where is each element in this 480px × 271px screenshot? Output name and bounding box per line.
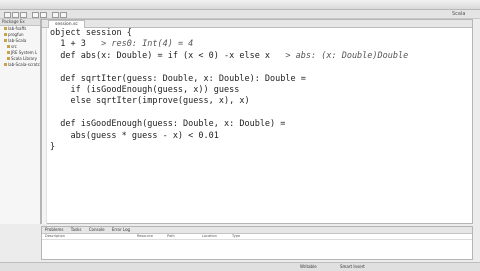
column-header[interactable]: Type [232, 234, 240, 239]
package-explorer-header[interactable]: Package Ex [0, 19, 40, 26]
editor-pane: session.sc object session { 1 + 3 > res0… [41, 19, 473, 224]
code-line[interactable]: def isGoodEnough(guess: Double, x: Doubl… [50, 119, 408, 130]
print-icon[interactable] [20, 12, 27, 18]
column-header[interactable]: Description [45, 234, 65, 239]
code-text: object session { [50, 28, 132, 38]
folder-icon [4, 63, 7, 66]
folder-icon [4, 33, 7, 36]
problems-columns: Description Resource Path Location Type [42, 234, 472, 240]
code-text: } [50, 142, 56, 153]
code-line[interactable]: else sqrtIter(improve(guess, x), x) [50, 96, 408, 107]
code-text: if (isGoodEnough(guess, x)) guess [50, 85, 240, 96]
code-text: def abs(x: Double) = if (x < 0) -x else … [50, 50, 271, 61]
tab-problems[interactable]: Problems [45, 227, 63, 232]
library-icon [7, 57, 10, 60]
code-line[interactable] [50, 62, 408, 73]
column-header[interactable]: Resource [137, 234, 153, 239]
package-explorer: Package Ex lab-fsaffs progfun lab-Scala … [0, 19, 41, 224]
worksheet-result: > abs: (x: Double)Double [270, 50, 409, 61]
code-text: else sqrtIter(improve(guess, x), x) [50, 96, 250, 107]
editor-gutter [42, 28, 47, 224]
bottom-tabs: Problems Tasks Console Error Log [42, 227, 472, 234]
package-icon [7, 45, 10, 48]
tab-session[interactable]: session.sc [48, 20, 85, 28]
code-line[interactable]: object session { [50, 28, 408, 39]
tree-item[interactable]: lab-Scala-scratc [0, 62, 40, 68]
tab-console[interactable]: Console [89, 227, 105, 232]
back-icon[interactable] [60, 12, 67, 18]
save-icon[interactable] [12, 12, 19, 18]
debug-icon[interactable] [40, 12, 47, 18]
code-line[interactable]: } [50, 142, 408, 153]
code-line[interactable] [50, 108, 408, 119]
code-line[interactable]: def sqrtIter(guess: Double, x: Double): … [50, 74, 408, 85]
folder-icon [4, 39, 7, 42]
tab-error-log[interactable]: Error Log [112, 227, 130, 232]
code-text: 1 + 3 [50, 39, 86, 50]
search-icon[interactable] [52, 12, 59, 18]
code-line[interactable]: 1 + 3 > res0: Int(4) = 4 [50, 39, 408, 50]
editor-tabs: session.sc [42, 20, 472, 28]
tab-tasks[interactable]: Tasks [71, 227, 82, 232]
code-text: abs(guess * guess - x) < 0.01 [50, 130, 219, 141]
code-line[interactable]: def abs(x: Double) = if (x < 0) -x else … [50, 51, 408, 62]
code-line[interactable]: if (isGoodEnough(guess, x)) guess [50, 85, 408, 96]
worksheet-code[interactable]: object session { 1 + 3 > res0: Int(4) = … [50, 28, 408, 153]
problems-panel: Problems Tasks Console Error Log Descrip… [41, 226, 473, 260]
code-line[interactable]: abs(guess * guess - x) < 0.01 [50, 131, 408, 142]
title-bar [0, 0, 480, 17]
main-toolbar: Scala [0, 10, 480, 19]
perspective-label[interactable]: Scala [452, 11, 465, 17]
code-text: def isGoodEnough(guess: Double, x: Doubl… [50, 119, 286, 130]
code-text: def sqrtIter(guess: Double, x: Double): … [50, 73, 306, 84]
folder-icon [4, 27, 7, 30]
worksheet-result: > res0: Int(4) = 4 [85, 39, 194, 50]
run-icon[interactable] [32, 12, 39, 18]
column-header[interactable]: Path [167, 234, 175, 239]
column-header[interactable]: Location [202, 234, 217, 239]
new-file-icon[interactable] [4, 12, 11, 18]
library-icon [7, 51, 10, 54]
